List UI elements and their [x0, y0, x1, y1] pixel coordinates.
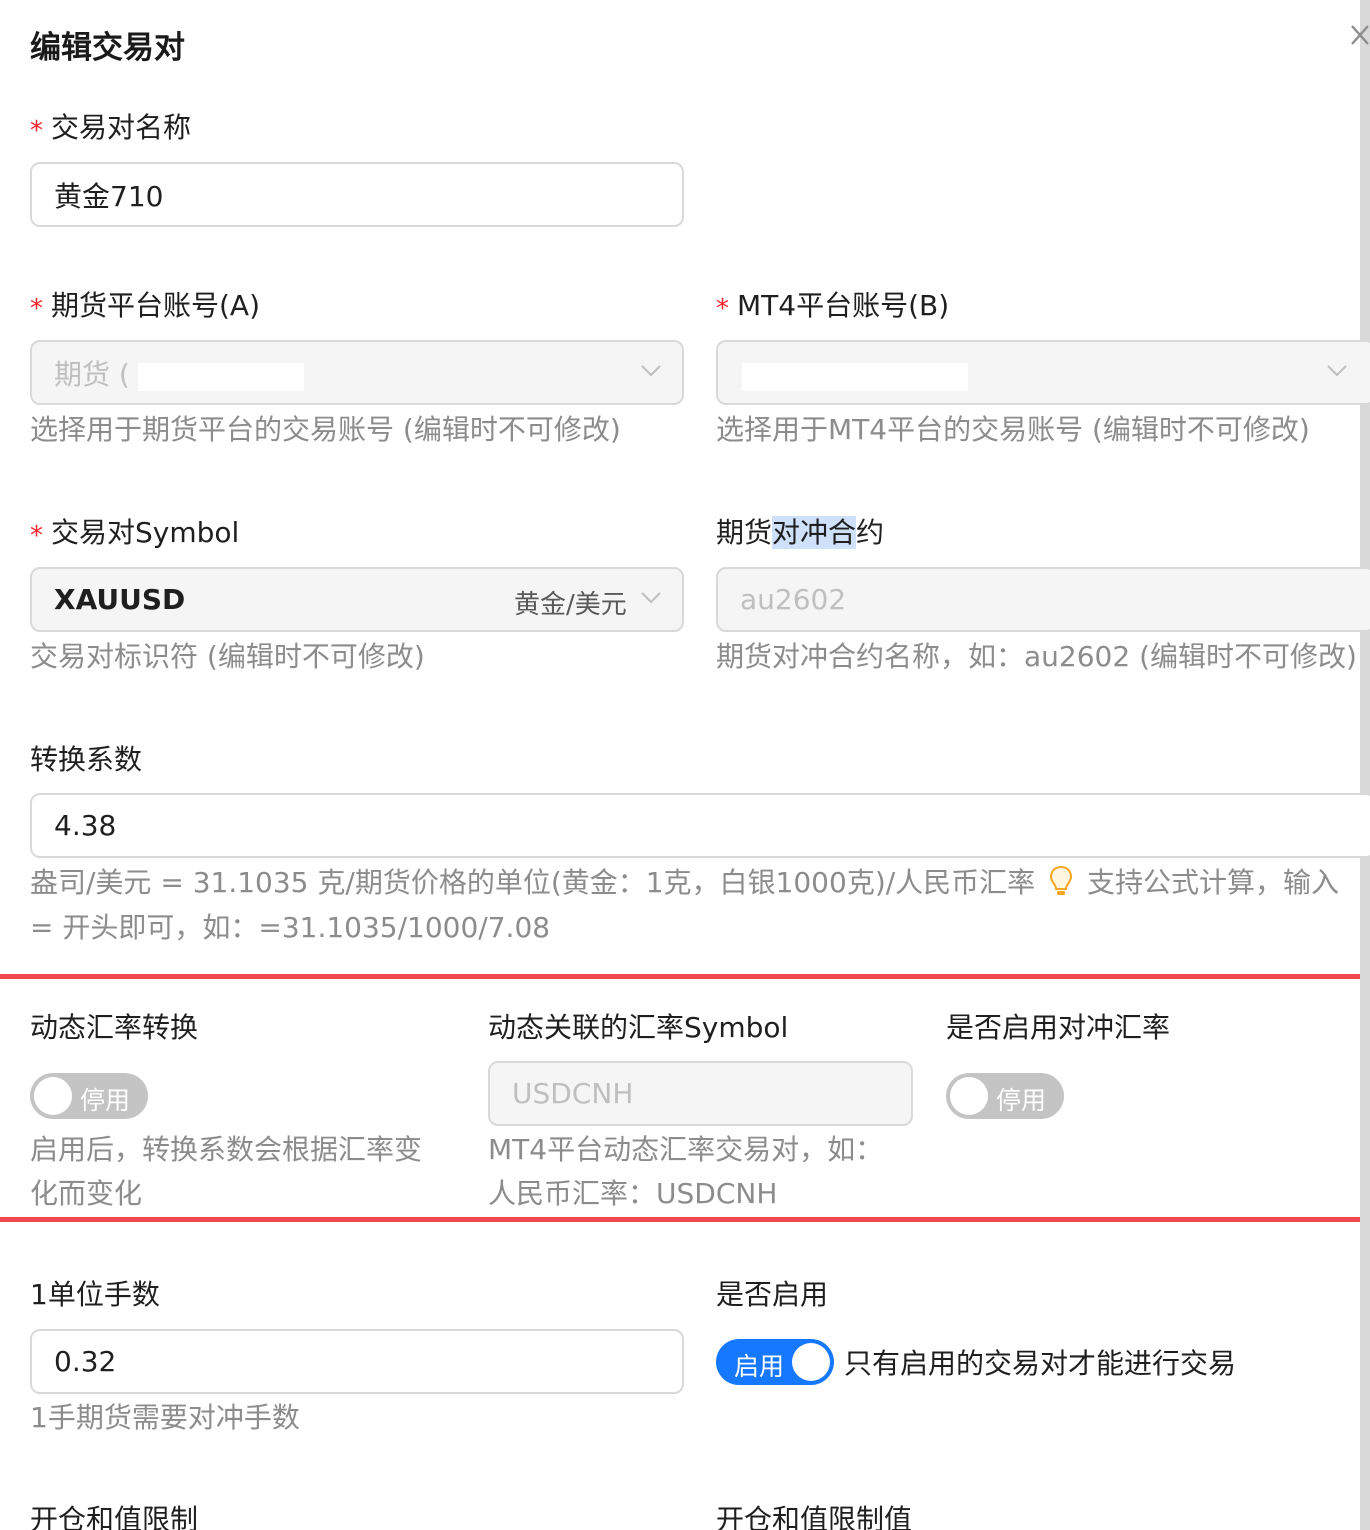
rate-symbol-help-line2: 人民币汇率：USDCNH — [488, 1177, 778, 1210]
hedge-contract-label-part: 期货 — [716, 516, 773, 549]
limit-label: 开仓和值限制 — [30, 1503, 199, 1530]
switch-knob — [792, 1343, 830, 1381]
dynamic-rate-help-line1: 启用后，转换系数会根据汇率变 — [30, 1133, 423, 1166]
hedge-contract-label-selected: 对冲合 — [772, 516, 857, 549]
lot-help: 1手期货需要对冲手数 — [30, 1401, 300, 1434]
rate-symbol-help-line1: MT4平台动态汇率交易对，如： — [488, 1133, 884, 1166]
required-mark: * — [716, 294, 729, 324]
enabled-note: 只有启用的交易对才能进行交易 — [844, 1347, 1237, 1380]
hedge-contract-input[interactable]: au2602 — [716, 567, 1370, 632]
conversion-help-formula: 盎司/美元 = 31.1035 克/期货价格的单位(黄金：1克，白银1000克)… — [30, 866, 1036, 899]
futures-account-value: 期货 ( — [54, 357, 130, 391]
conversion-label: 转换系数 — [30, 743, 143, 776]
hedge-contract-help: 期货对冲合约名称，如：au2602 (编辑时不可修改) — [716, 640, 1357, 673]
limit-value-label: 开仓和值限制值 — [716, 1503, 913, 1530]
enabled-label: 是否启用 — [716, 1278, 829, 1311]
red-divider-top — [0, 974, 1360, 979]
lot-input[interactable]: 0.32 — [30, 1329, 684, 1394]
conversion-input[interactable]: 4.38 — [30, 793, 1370, 858]
futures-account-help: 选择用于期货平台的交易账号 (编辑时不可修改) — [30, 413, 621, 446]
lot-label: 1单位手数 — [30, 1278, 160, 1311]
symbol-select[interactable]: XAUUSD 黄金/美元 — [30, 567, 684, 632]
redacted-block — [138, 363, 304, 391]
switch-label: 启用 — [734, 1352, 785, 1381]
dynamic-rate-help-line2: 化而变化 — [30, 1177, 143, 1210]
lot-value: 0.32 — [54, 1345, 117, 1378]
futures-account-select[interactable]: 期货 ( — [30, 340, 684, 405]
pair-name-label: * 交易对名称 — [30, 106, 191, 146]
conversion-value: 4.38 — [54, 809, 117, 842]
hedge-rate-switch[interactable]: 停用 — [946, 1073, 1064, 1119]
hedge-contract-label: 期货对冲合约 — [716, 511, 884, 551]
required-mark: * — [30, 294, 43, 324]
hedge-contract-label-part: 约 — [856, 516, 885, 549]
futures-account-label-text: 期货平台账号(A) — [51, 289, 261, 322]
rate-symbol-label: 动态关联的汇率Symbol — [488, 1011, 789, 1044]
conversion-help-tip: 支持公式计算，输入 — [1087, 866, 1340, 899]
symbol-subtext: 黄金/美元 — [514, 590, 627, 620]
dialog-title: 编辑交易对 — [30, 30, 185, 66]
dialog-right-edge — [1360, 0, 1370, 1530]
mt4-account-help: 选择用于MT4平台的交易账号 (编辑时不可修改) — [716, 413, 1310, 446]
mt4-account-select[interactable] — [716, 340, 1370, 405]
chevron-down-icon — [641, 592, 661, 604]
chevron-down-icon — [641, 365, 661, 377]
hedge-contract-value: au2602 — [740, 583, 847, 616]
switch-label: 停用 — [80, 1086, 131, 1115]
red-divider-bottom — [0, 1217, 1360, 1222]
edit-pair-dialog: 编辑交易对 * 交易对名称 黄金710 * 期货平台账号(A) 期货 ( 选择用于期… — [0, 0, 1370, 1530]
enabled-switch[interactable]: 启用 — [716, 1339, 834, 1385]
required-mark: * — [30, 521, 43, 551]
symbol-label: * 交易对Symbol — [30, 511, 239, 551]
mt4-account-label-text: MT4平台账号(B) — [737, 289, 950, 322]
switch-knob — [34, 1077, 72, 1115]
symbol-value: XAUUSD — [54, 583, 186, 616]
chevron-down-icon — [1327, 365, 1347, 377]
pair-name-input[interactable]: 黄金710 — [30, 162, 684, 227]
close-icon[interactable] — [1346, 18, 1370, 52]
rate-symbol-input[interactable]: USDCNH — [488, 1061, 913, 1126]
symbol-help: 交易对标识符 (编辑时不可修改) — [30, 640, 425, 673]
mt4-account-label: * MT4平台账号(B) — [716, 284, 949, 324]
switch-label: 停用 — [996, 1086, 1047, 1115]
conversion-help-line1: 盎司/美元 = 31.1035 克/期货价格的单位(黄金：1克，白银1000克)… — [30, 861, 1360, 905]
redacted-block — [742, 363, 968, 391]
dynamic-rate-switch[interactable]: 停用 — [30, 1073, 148, 1119]
pair-name-value: 黄金710 — [54, 179, 164, 213]
pair-name-label-text: 交易对名称 — [51, 111, 192, 144]
dynamic-rate-label: 动态汇率转换 — [30, 1011, 199, 1044]
rate-symbol-value: USDCNH — [512, 1077, 634, 1110]
futures-account-label: * 期货平台账号(A) — [30, 284, 260, 324]
lightbulb-icon — [1050, 865, 1073, 895]
switch-knob — [950, 1077, 988, 1115]
hedge-rate-label: 是否启用对冲汇率 — [946, 1011, 1171, 1044]
symbol-label-text: 交易对Symbol — [51, 516, 240, 549]
conversion-help-line2: = 开头即可，如：=31.1035/1000/7.08 — [30, 911, 551, 944]
required-mark: * — [30, 116, 43, 146]
